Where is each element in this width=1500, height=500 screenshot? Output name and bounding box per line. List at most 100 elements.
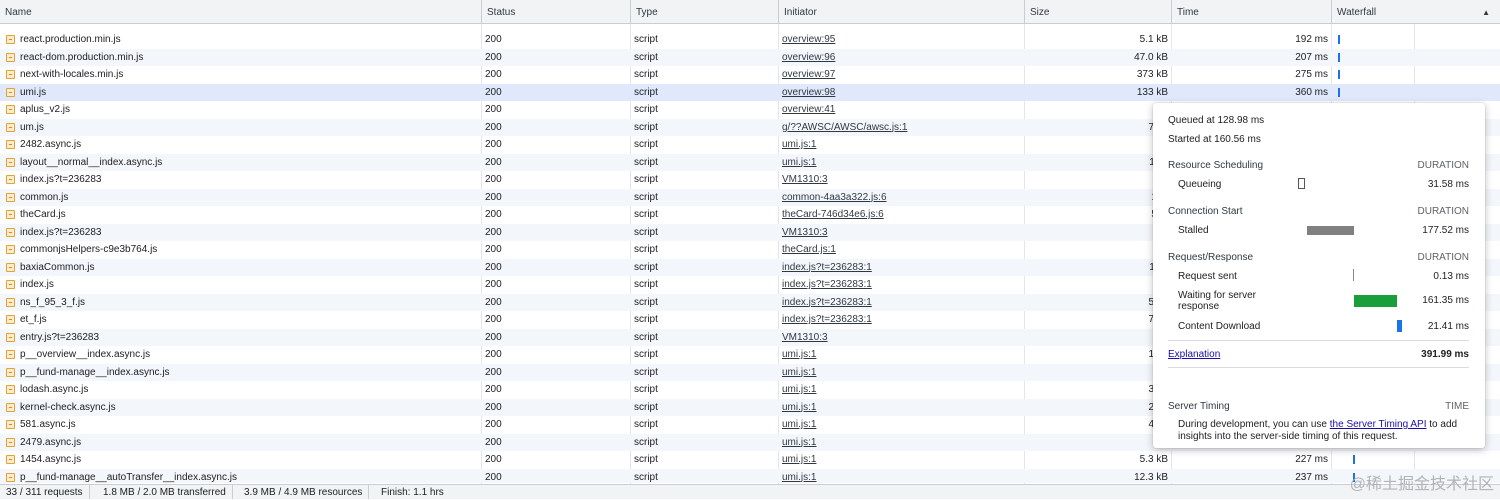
initiator-link[interactable]: umi.js:1	[782, 136, 1022, 154]
transferred-size: 1.8 MB / 2.0 MB transferred	[97, 485, 233, 499]
initiator-link[interactable]: overview:97	[782, 66, 1022, 84]
script-file-icon	[6, 105, 15, 114]
script-file-icon	[6, 332, 15, 342]
name-cell: 2479.async.js	[0, 434, 481, 452]
name-cell: um.js	[0, 119, 481, 137]
table-row[interactable]	[0, 17, 1500, 23]
status-cell: 200	[485, 156, 502, 168]
file-name: index.js	[20, 279, 54, 290]
queueing-bar	[1298, 178, 1305, 189]
file-name: um.js	[20, 121, 44, 133]
initiator-link[interactable]: index.js?t=236283:1	[782, 259, 1022, 277]
server-timing-api-link[interactable]: the Server Timing API	[1330, 419, 1427, 430]
size-cell: 1.4	[1028, 329, 1168, 347]
name-cell: index.js?t=236283	[0, 224, 481, 242]
table-row[interactable]: next-with-locales.min.js 200 script overvie…	[0, 66, 1500, 84]
server-timing-label: Server Timing	[1168, 401, 1230, 412]
script-file-icon	[6, 315, 15, 324]
file-name: kernel-check.async.js	[20, 401, 116, 413]
waterfall-bar	[1338, 70, 1340, 79]
type-cell: script	[634, 471, 658, 483]
initiator-link[interactable]: umi.js:1	[782, 469, 1022, 484]
explanation-link[interactable]: Explanation	[1168, 349, 1220, 360]
table-row[interactable]: 1454.async.js 200 script umi.js:1 5.3 kB 227 …	[0, 451, 1500, 469]
script-file-icon	[6, 175, 15, 184]
stalled-label: Stalled	[1178, 225, 1209, 236]
initiator-link[interactable]: index.js?t=236283:1	[782, 311, 1022, 329]
type-cell: script	[634, 454, 658, 465]
divider	[1168, 340, 1469, 341]
script-file-icon	[6, 122, 15, 132]
initiator-link[interactable]: theCard-746d34e6.js:6	[782, 206, 1022, 224]
watermark: @稀土掘金技术社区	[1349, 476, 1494, 493]
request-sent-label: Request sent	[1178, 271, 1237, 282]
request-response-label: Request/Response	[1168, 252, 1254, 263]
file-name: entry.js?t=236283	[20, 331, 100, 343]
status-cell: 200	[485, 471, 502, 483]
name-cell: et_f.js	[0, 311, 481, 329]
initiator-link[interactable]: g/??AWSC/AWSC/awsc.js:1	[782, 119, 1022, 137]
file-name: layout__normal__index.async.js	[20, 156, 163, 168]
initiator-link[interactable]: common-4aa3a322.js:6	[782, 189, 1022, 207]
initiator-link[interactable]: umi.js:1	[782, 451, 1022, 469]
initiator-link[interactable]: umi.js:1	[782, 416, 1022, 434]
duration-header: DURATION	[1417, 206, 1469, 217]
name-cell: p__overview__index.async.js	[0, 346, 481, 364]
script-file-icon	[6, 297, 15, 307]
initiator-link[interactable]: overview:98	[782, 84, 1022, 102]
time-cell: 275 ms	[1295, 69, 1328, 80]
size-cell: 11.0	[1028, 259, 1168, 277]
script-file-icon	[6, 157, 15, 167]
initiator-link[interactable]: umi.js:1	[782, 364, 1022, 382]
table-row[interactable]: p__fund-manage__autoTransfer__index.asyn…	[0, 468, 1500, 484]
initiator-link[interactable]: overview:96	[782, 49, 1022, 67]
file-name: common.js	[20, 191, 69, 203]
table-row[interactable]: umi.js 200 script overview:98 133 kB 360 ms	[0, 83, 1500, 102]
status-cell: 200	[485, 244, 502, 255]
initiator-link[interactable]: umi.js:1	[782, 399, 1022, 417]
request-sent-bar	[1353, 269, 1354, 281]
type-cell: script	[634, 156, 658, 168]
name-cell: entry.js?t=236283	[0, 329, 481, 347]
initiator-link[interactable]: index.js?t=236283:1	[782, 294, 1022, 312]
status-cell: 200	[485, 436, 502, 448]
table-row[interactable]: react.production.min.js 200 script overview…	[0, 31, 1500, 49]
type-cell: script	[634, 69, 658, 80]
script-file-icon	[6, 192, 15, 202]
type-cell: script	[634, 384, 658, 395]
stalled-bar	[1307, 226, 1354, 235]
name-cell: baxiaCommon.js	[0, 259, 481, 277]
name-cell: ns_f_95_3_f.js	[0, 294, 481, 312]
time-cell: 237 ms	[1295, 471, 1328, 483]
status-cell: 200	[485, 296, 502, 308]
initiator-link[interactable]: umi.js:1	[782, 381, 1022, 399]
initiator-link[interactable]: umi.js:1	[782, 434, 1022, 452]
script-file-icon	[6, 350, 15, 359]
file-name: index.js?t=236283	[20, 174, 102, 185]
status-cell: 200	[485, 314, 502, 325]
finish-time: Finish: 1.1 hrs	[381, 487, 444, 498]
type-cell: script	[634, 261, 658, 273]
table-row[interactable]: react-dom.production.min.js 200 script over…	[0, 48, 1500, 67]
type-cell: script	[634, 349, 658, 360]
status-cell: 200	[485, 69, 502, 80]
server-timing-text-before: During development, you can use	[1178, 419, 1330, 430]
initiator-link[interactable]: overview:41	[782, 101, 1022, 119]
initiator-link[interactable]: theCard.js:1	[782, 241, 1022, 259]
time-cell: 192 ms	[1295, 34, 1328, 45]
initiator-link[interactable]: VM1310:3	[782, 329, 1022, 347]
script-file-icon	[6, 262, 15, 272]
name-cell: 2482.async.js	[0, 136, 481, 154]
initiator-link[interactable]: umi.js:1	[782, 154, 1022, 172]
initiator-link[interactable]: umi.js:1	[782, 346, 1022, 364]
initiator-link[interactable]: index.js?t=236283:1	[782, 276, 1022, 294]
status-cell: 200	[485, 51, 502, 63]
content-download-label: Content Download	[1178, 321, 1261, 332]
type-cell: script	[634, 436, 658, 448]
initiator-link[interactable]: overview:95	[782, 31, 1022, 49]
status-cell: 200	[485, 139, 502, 150]
name-cell: aplus_v2.js	[0, 101, 481, 119]
initiator-link[interactable]: VM1310:3	[782, 224, 1022, 242]
initiator-link[interactable]: VM1310:3	[782, 171, 1022, 189]
size-cell: 12.3 kB	[1134, 471, 1168, 483]
